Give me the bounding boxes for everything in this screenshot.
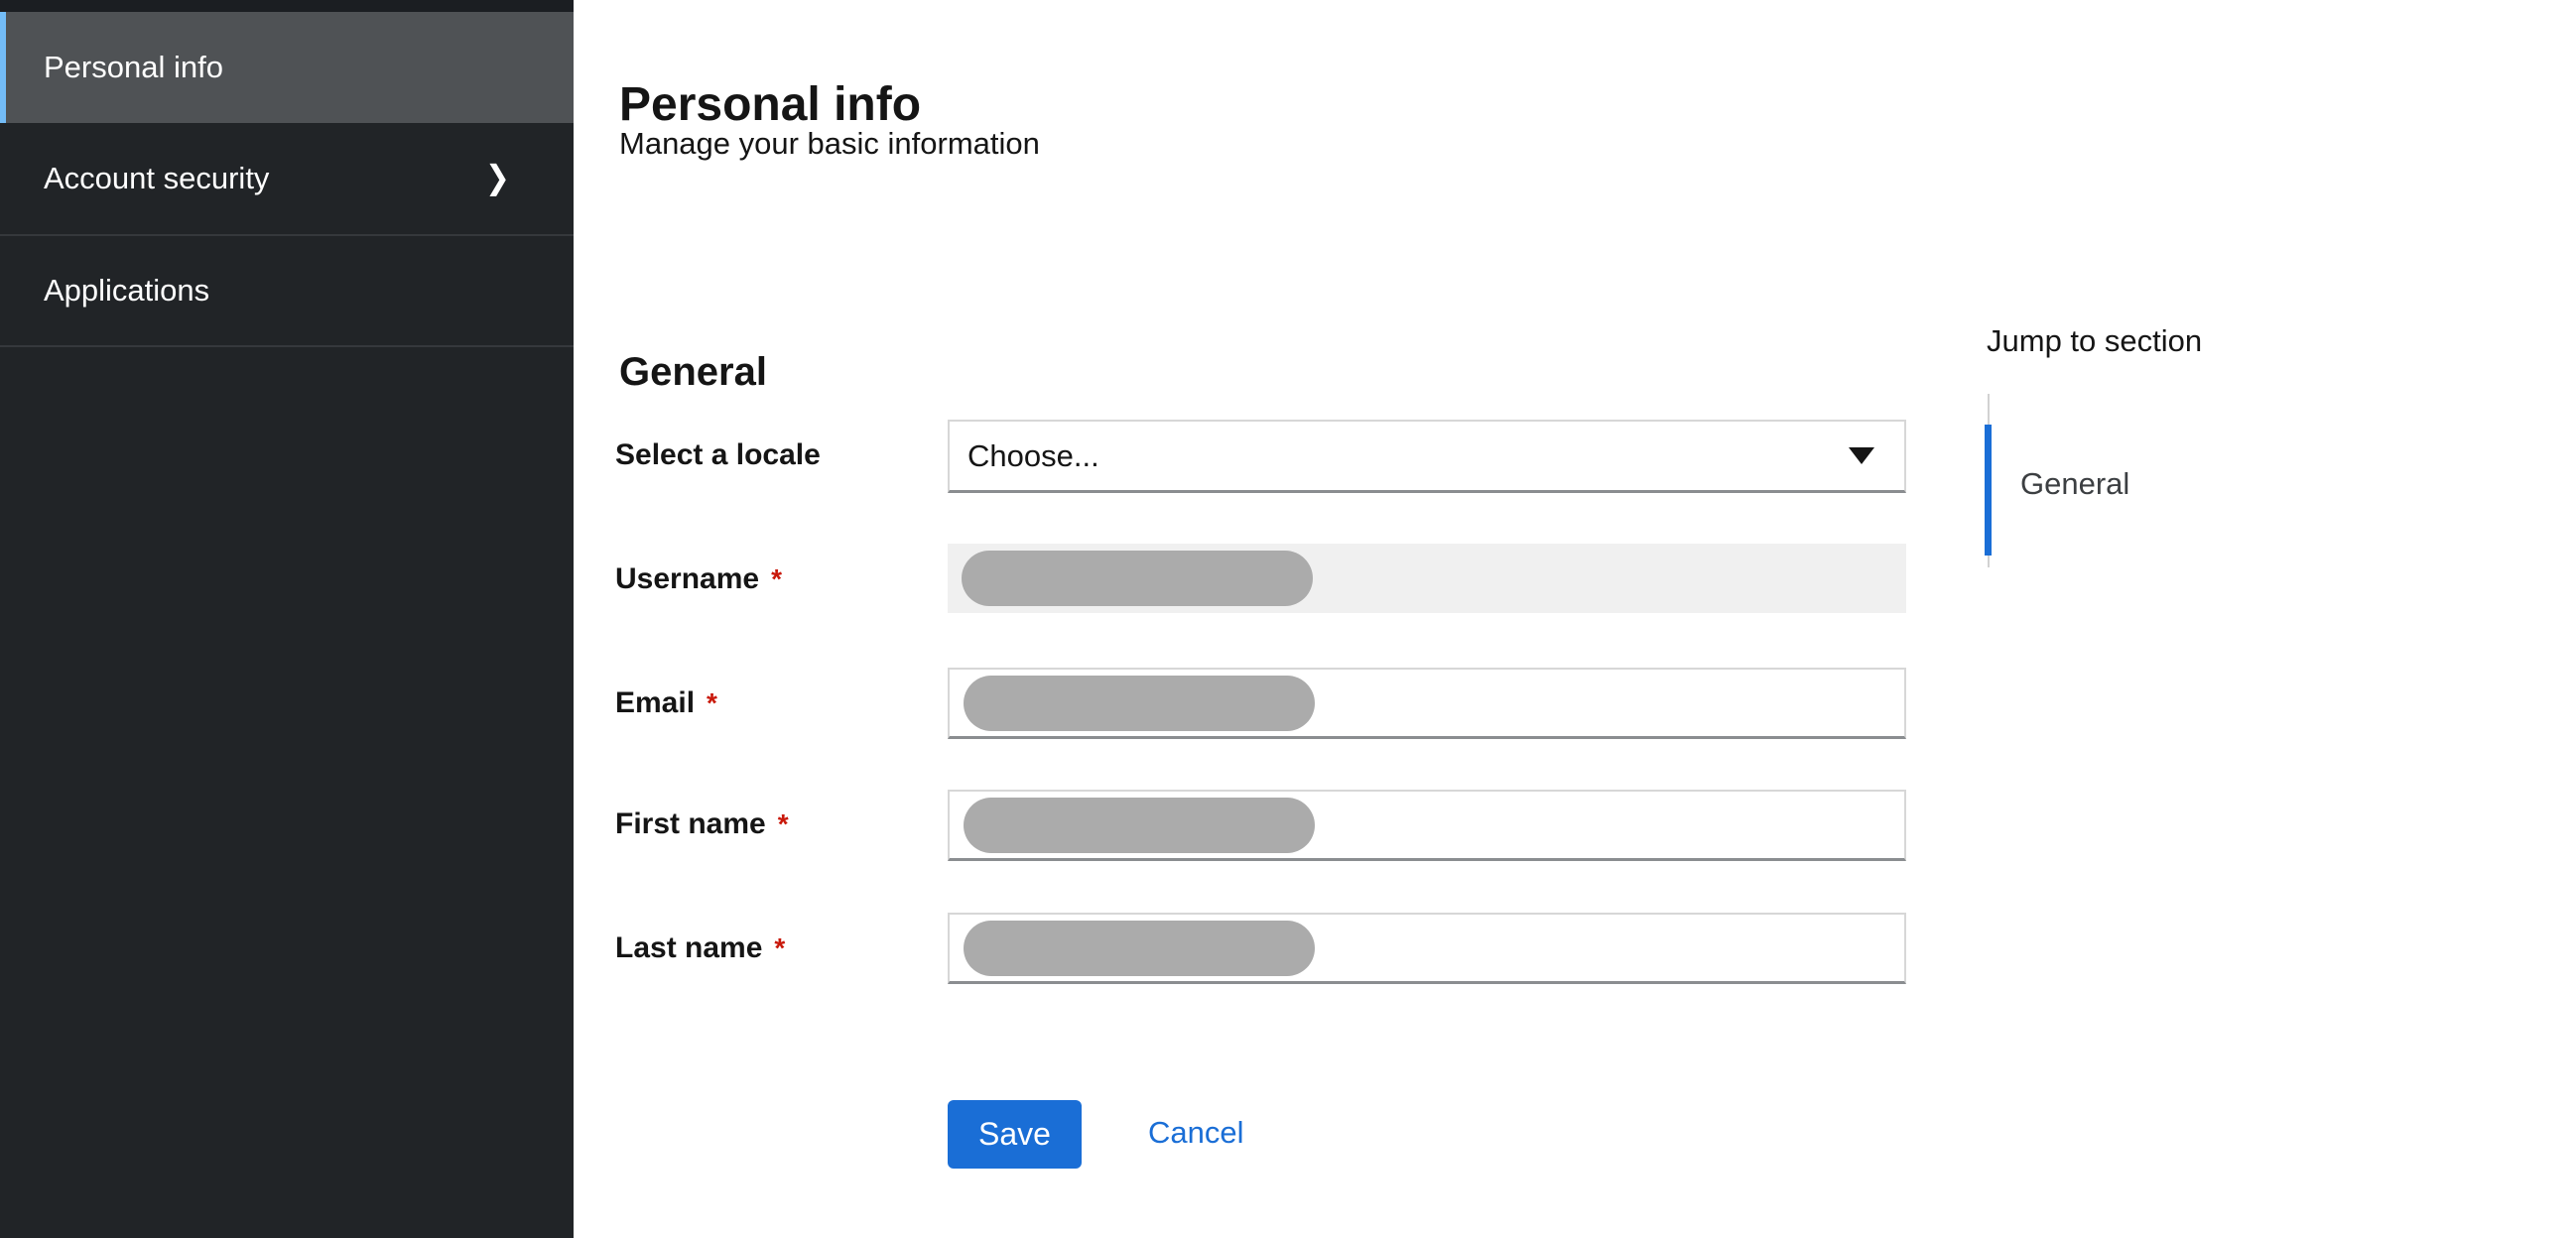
first-name-label: First name *	[615, 805, 933, 844]
sidebar-item-label: Personal info	[44, 50, 223, 85]
sidebar-item-personal-info[interactable]: Personal info	[0, 12, 574, 123]
email-field[interactable]	[948, 668, 1906, 739]
locale-select-value: Choose...	[967, 438, 1099, 474]
last-name-field[interactable]	[948, 913, 1906, 984]
locale-label: Select a locale	[615, 435, 933, 475]
redacted-value-pill	[964, 676, 1315, 731]
username-label: Username *	[615, 559, 933, 599]
redacted-value-pill	[962, 551, 1313, 606]
required-asterisk: *	[778, 810, 789, 838]
jump-link-general[interactable]: General	[2020, 464, 2129, 504]
masthead-edge	[0, 0, 574, 12]
last-name-label: Last name *	[615, 928, 933, 968]
cancel-button[interactable]: Cancel	[1148, 1113, 1244, 1153]
jump-to-section-title: Jump to section	[1987, 321, 2202, 361]
first-name-field[interactable]	[948, 790, 1906, 861]
required-asterisk: *	[774, 934, 785, 962]
sidebar-nav: Personal info Account security ❯ Applica…	[0, 0, 574, 1238]
required-asterisk: *	[771, 565, 782, 593]
required-asterisk: *	[707, 689, 717, 717]
sidebar-item-label: Account security	[44, 161, 269, 196]
caret-down-icon	[1849, 447, 1874, 464]
section-title-general: General	[619, 348, 767, 396]
username-field	[948, 544, 1906, 613]
sidebar-item-label: Applications	[44, 273, 209, 309]
chevron-right-icon: ❯	[485, 163, 510, 195]
redacted-value-pill	[964, 921, 1315, 976]
locale-select[interactable]: Choose...	[948, 420, 1906, 493]
page-subtitle: Manage your basic information	[619, 124, 1040, 164]
save-button[interactable]: Save	[948, 1100, 1082, 1169]
redacted-value-pill	[964, 798, 1315, 853]
sidebar-item-account-security[interactable]: Account security ❯	[0, 123, 574, 236]
email-label: Email *	[615, 683, 933, 723]
sidebar-item-applications[interactable]: Applications	[0, 236, 574, 347]
jump-active-indicator	[1985, 425, 1992, 556]
